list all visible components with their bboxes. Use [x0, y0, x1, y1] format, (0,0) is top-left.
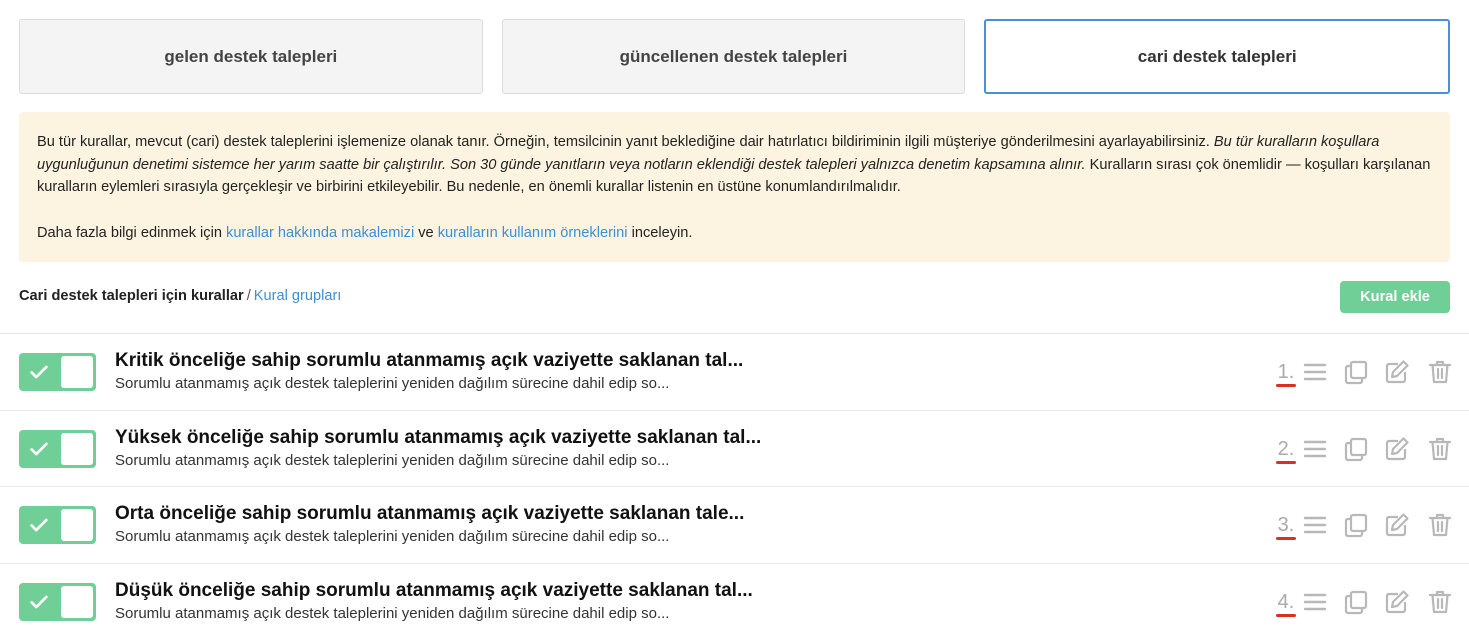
- trash-icon[interactable]: [1427, 512, 1453, 538]
- check-icon: [28, 591, 50, 613]
- toggle-knob: [61, 433, 93, 465]
- info-more-mid: ve: [414, 225, 438, 241]
- list-item: Orta önceliğe sahip sorumlu atanmamış aç…: [0, 487, 1469, 564]
- toggle-knob: [61, 509, 93, 541]
- breadcrumb-separator: /: [247, 288, 251, 304]
- rule-description: Sorumlu atanmamış açık destek taleplerin…: [115, 605, 669, 622]
- copy-icon[interactable]: [1343, 589, 1369, 615]
- toggle-knob: [61, 586, 93, 618]
- info-more: Daha fazla bilgi edinmek için kurallar h…: [37, 222, 1432, 245]
- edit-icon[interactable]: [1384, 512, 1410, 538]
- copy-icon[interactable]: [1343, 512, 1369, 538]
- rules-list: Kritik önceliğe sahip sorumlu atanmamış …: [0, 333, 1469, 640]
- rule-title[interactable]: Yüksek önceliğe sahip sorumlu atanmamış …: [115, 427, 761, 449]
- edit-icon[interactable]: [1384, 359, 1410, 385]
- drag-handle-icon[interactable]: [1302, 512, 1328, 538]
- rule-order: 4.: [1275, 591, 1297, 614]
- copy-icon[interactable]: [1343, 359, 1369, 385]
- info-paragraph: Bu tür kurallar, mevcut (cari) destek ta…: [37, 131, 1432, 199]
- rule-toggle[interactable]: [19, 353, 96, 391]
- trash-icon[interactable]: [1427, 589, 1453, 615]
- list-item: Kritik önceliğe sahip sorumlu atanmamış …: [0, 334, 1469, 411]
- rule-toggle[interactable]: [19, 506, 96, 544]
- breadcrumb: Cari destek talepleri için kurallar/Kura…: [19, 288, 341, 304]
- rule-description: Sorumlu atanmamış açık destek taleplerin…: [115, 375, 669, 392]
- drag-handle-icon[interactable]: [1302, 589, 1328, 615]
- edit-icon[interactable]: [1384, 589, 1410, 615]
- tab-current[interactable]: cari destek talepleri: [984, 19, 1450, 94]
- rule-title[interactable]: Düşük önceliğe sahip sorumlu atanmamış a…: [115, 580, 753, 602]
- info-more-suffix: inceleyin.: [628, 225, 693, 241]
- list-item: Yüksek önceliğe sahip sorumlu atanmamış …: [0, 411, 1469, 488]
- trash-icon[interactable]: [1427, 436, 1453, 462]
- rules-article-link[interactable]: kurallar hakkında makalemizi: [226, 225, 414, 241]
- rule-title[interactable]: Orta önceliğe sahip sorumlu atanmamış aç…: [115, 503, 744, 525]
- check-icon: [28, 514, 50, 536]
- info-box: Bu tür kurallar, mevcut (cari) destek ta…: [19, 112, 1450, 262]
- rule-description: Sorumlu atanmamış açık destek taleplerin…: [115, 452, 669, 469]
- drag-handle-icon[interactable]: [1302, 436, 1328, 462]
- edit-icon[interactable]: [1384, 436, 1410, 462]
- copy-icon[interactable]: [1343, 436, 1369, 462]
- tab-bar: gelen destek talepleri güncellenen deste…: [19, 19, 1450, 94]
- toggle-knob: [61, 356, 93, 388]
- rule-order: 3.: [1275, 514, 1297, 537]
- tab-updated[interactable]: güncellenen destek talepleri: [502, 19, 966, 94]
- info-more-prefix: Daha fazla bilgi edinmek için: [37, 225, 226, 241]
- trash-icon[interactable]: [1427, 359, 1453, 385]
- rule-toggle[interactable]: [19, 430, 96, 468]
- info-text: Bu tür kurallar, mevcut (cari) destek ta…: [37, 134, 1214, 150]
- rule-toggle[interactable]: [19, 583, 96, 621]
- rule-title[interactable]: Kritik önceliğe sahip sorumlu atanmamış …: [115, 350, 743, 372]
- check-icon: [28, 361, 50, 383]
- check-icon: [28, 438, 50, 460]
- rule-groups-link[interactable]: Kural grupları: [254, 288, 342, 304]
- add-rule-button[interactable]: Kural ekle: [1340, 281, 1450, 313]
- rule-order: 1.: [1275, 361, 1297, 384]
- rule-order: 2.: [1275, 438, 1297, 461]
- rule-description: Sorumlu atanmamış açık destek taleplerin…: [115, 528, 669, 545]
- tab-incoming[interactable]: gelen destek talepleri: [19, 19, 483, 94]
- rules-examples-link[interactable]: kuralların kullanım örneklerini: [438, 225, 628, 241]
- list-item: Düşük önceliğe sahip sorumlu atanmamış a…: [0, 564, 1469, 640]
- breadcrumb-current: Cari destek talepleri için kurallar: [19, 288, 244, 304]
- drag-handle-icon[interactable]: [1302, 359, 1328, 385]
